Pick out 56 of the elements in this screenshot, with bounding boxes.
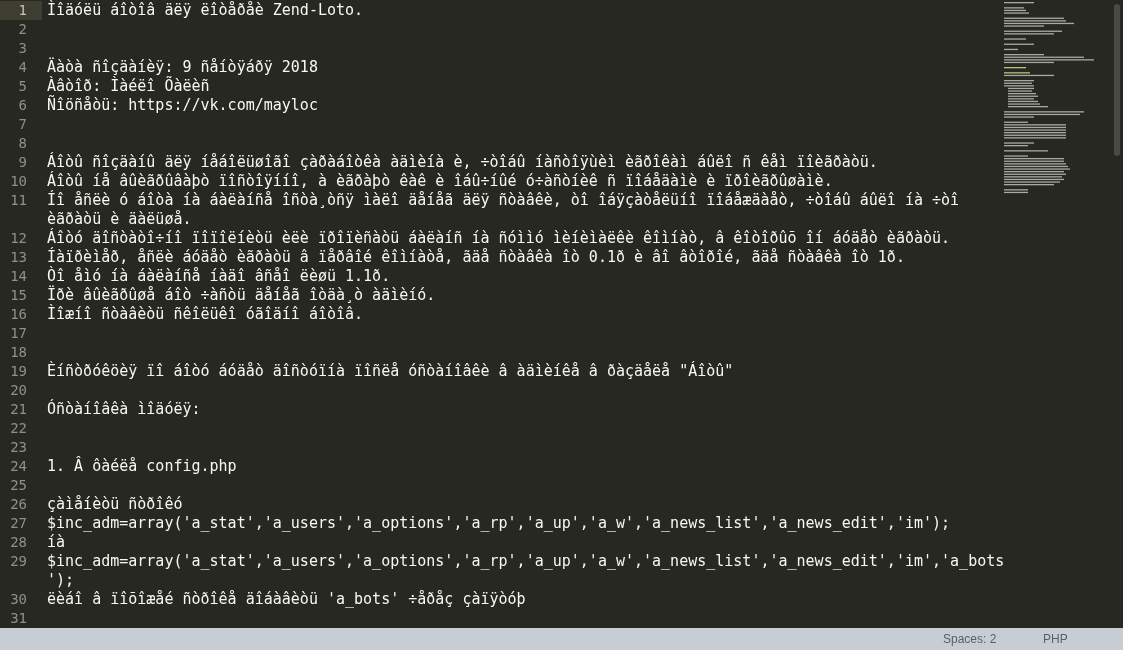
line-number: 19	[10, 362, 27, 381]
code-line: Íî åñëè ó áîòà íà áàëàíñå îñòà¸òñÿ ìàëî äåíåã äëÿ ñòàâêè, òî îáÿçàòåëüíî ïîáåæäàåò, ÷òîáû áûëî íà ÷òî	[47, 191, 960, 210]
line-number: 30	[10, 590, 27, 609]
line-number: 18	[10, 343, 27, 362]
line-number: 3	[18, 39, 27, 58]
code-line: íà	[47, 533, 66, 552]
code-line: Ìîæíî ñòàâèòü ñêîëüêî óãîäíî áîòîâ.	[47, 305, 364, 324]
code-line: Òî åìó íà áàëàíñå íàäî âñåî ëèøü 1.1ð.	[47, 267, 391, 285]
code-line: Ñîöñåòü: https://vk.com/mayloc	[47, 96, 318, 115]
code-line: $inc_adm=array('a_stat','a_users','a_options','a_rp','a_up','a_w','a_news_list','a_news_edit','im','a_bots	[47, 552, 1005, 571]
line-number: 2	[18, 20, 27, 39]
code-line: ');	[47, 571, 75, 590]
line-number: 31	[10, 609, 27, 628]
code-line: Íàïðèìåð, åñëè áóäåò èãðàòü â ïåðâîé êîìíàòå, ãäå ñòàâêà îò 0.1ð è âî âòîðîé, ãäå ñòàâêà îò 1ð.	[47, 248, 905, 266]
code-line: Äàòà ñîçäàíèÿ: 9 ñåíòÿáðÿ 2018	[47, 58, 318, 77]
status-item[interactable]: PHP	[1043, 630, 1123, 648]
line-number: 25	[10, 476, 27, 495]
line-number: 7	[18, 115, 27, 134]
code-line: Àâòîð: Ìàéëî Õàëèñ	[47, 77, 210, 95]
line-number: 9	[18, 153, 27, 172]
line-number: 22	[10, 419, 27, 438]
line-number: 23	[10, 438, 27, 457]
code-line: èãðàòü è äàëüøå.	[47, 210, 192, 228]
code-line: Ìîäóëü áîòîâ äëÿ ëîòåðåè Zend-Loto.	[47, 1, 364, 20]
line-number: 13	[10, 248, 27, 267]
line-number: 26	[10, 495, 27, 514]
code-line: Áîòû íå âûèãðûâàþò ïîñòîÿííî, à èãðàþò êàê è îáû÷íûé ó÷àñòíèê ñ ïîáåäàìè è ïðîèãðûøàìè.	[47, 172, 833, 190]
code-line: Áîòû ñîçäàíû äëÿ íåáîëüøîãî çàðàáîòêà àäìèíà è, ÷òîáû íàñòîÿùèì èãðîêàì áûëî ñ êåì ïîèãðàòü.	[47, 153, 878, 171]
line-number: 21	[10, 400, 27, 419]
code-line: çàìåíèòü ñòðîêó	[47, 495, 183, 514]
line-number: 16	[10, 305, 27, 324]
line-number: 12	[10, 229, 27, 248]
code-line: Áîòó äîñòàòî÷íî ïîïîëíèòü èëè ïðîïèñàòü áàëàíñ íà ñóììó ìèíèìàëêè êîìíàò, â êîòîðûõ îí áóäåò èãðàòü.	[47, 229, 951, 247]
code-line: $inc_adm=array('a_stat','a_users','a_options','a_rp','a_up','a_w','a_news_list','a_news_edit','im');	[47, 514, 951, 533]
scrollbar-thumb[interactable]	[1114, 4, 1121, 156]
line-number: 4	[18, 58, 27, 77]
line-number: 10	[10, 172, 27, 191]
line-number: 20	[10, 381, 27, 400]
line-number: 28	[10, 533, 27, 552]
line-number: 11	[10, 191, 27, 210]
code-line: Óñòàíîâêà ìîäóëÿ:	[47, 400, 201, 419]
line-number: 6	[18, 96, 27, 115]
status-item[interactable]: Spaces: 2	[943, 630, 1043, 648]
code-line: 1. Â ôàéëå config.php	[47, 457, 237, 476]
line-number: 1	[18, 1, 27, 20]
code-line: ëèáî â ïîõîæåé ñòðîêå äîáàâèòü 'a_bots' ÷åðåç çàïÿòóþ	[47, 590, 526, 609]
line-number: 15	[10, 286, 27, 305]
line-number: 27	[10, 514, 27, 533]
line-number: 5	[18, 77, 27, 96]
code-line: Èíñòðóêöèÿ ïî áîòó áóäåò äîñòóïíà ïîñëå óñòàíîâêè â àäìèíêå â ðàçäåëå "Áîòû"	[47, 362, 734, 381]
line-number: 14	[10, 267, 27, 286]
line-number: 24	[10, 457, 27, 476]
code-line: Ïðè âûèãðûøå áîò ÷àñòü äåíåã îòäà¸ò àäìèíó.	[47, 286, 436, 304]
line-number: 8	[18, 134, 27, 153]
line-number: 29	[10, 552, 27, 571]
line-number: 17	[10, 324, 27, 343]
